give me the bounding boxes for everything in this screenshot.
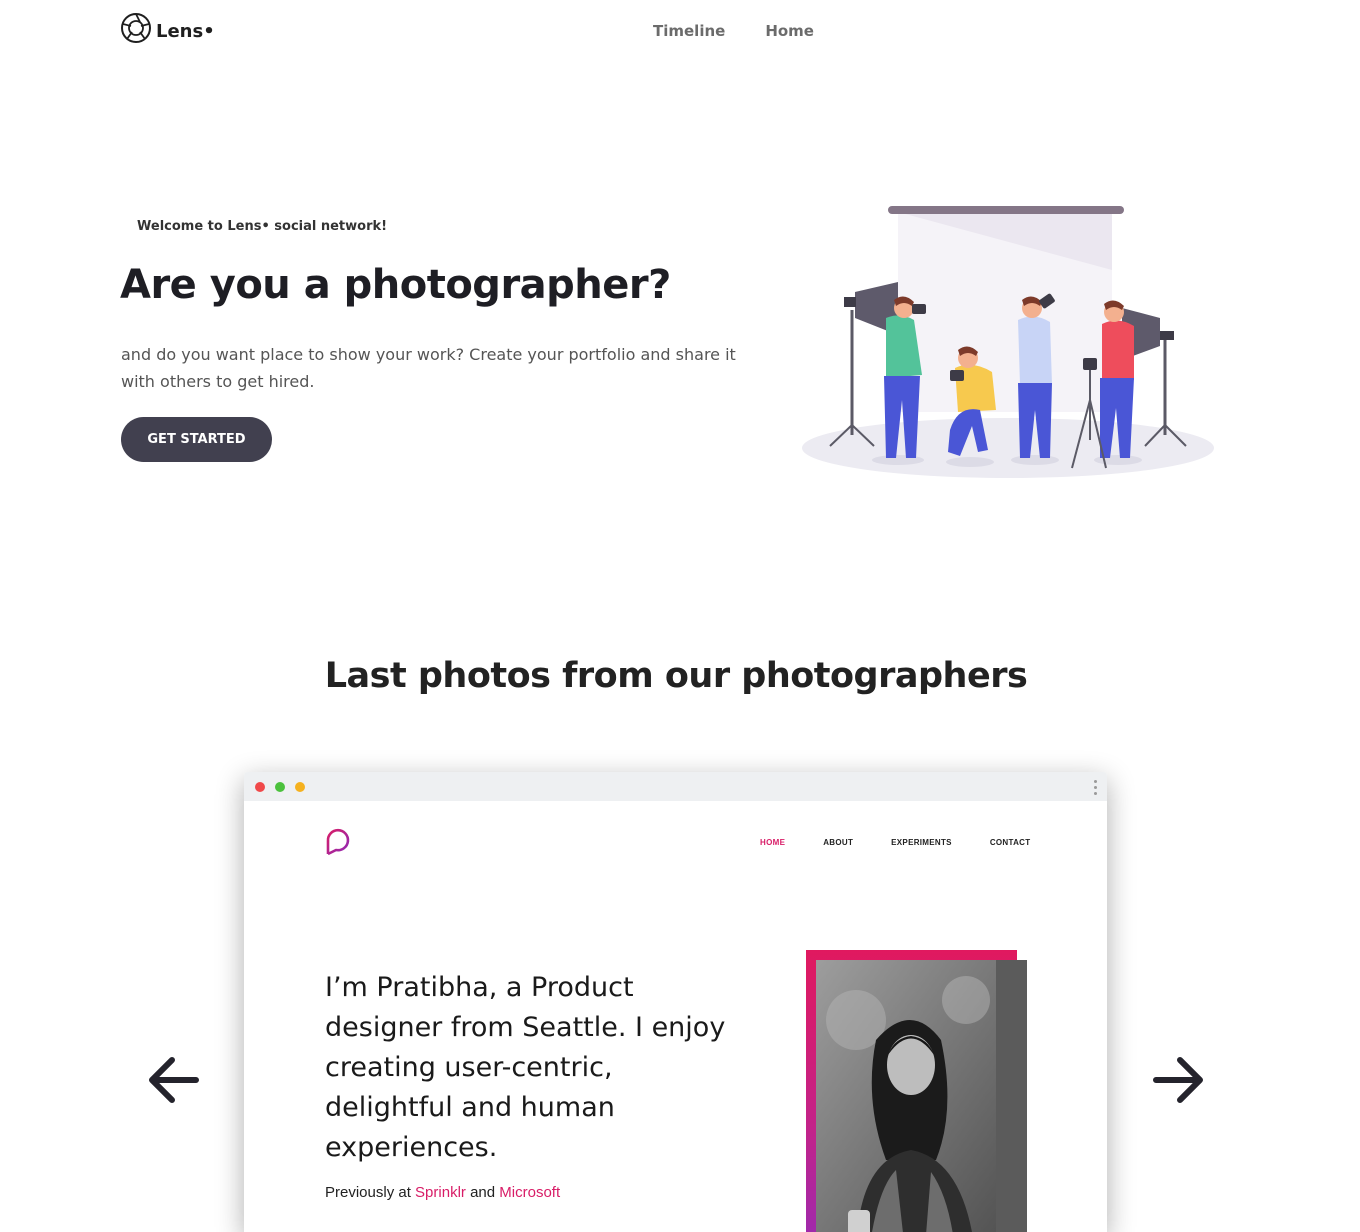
main-nav: Timeline Home [653, 22, 814, 40]
minimize-dot [295, 782, 305, 792]
gallery-title: Last photos from our photographers [324, 656, 1028, 696]
get-started-button[interactable]: GET STARTED [121, 417, 272, 462]
portrait-photo [816, 960, 1027, 1232]
preview-nav-about[interactable]: ABOUT [823, 838, 853, 847]
sprinklr-link[interactable]: Sprinklr [415, 1184, 466, 1201]
nav-home[interactable]: Home [765, 22, 814, 40]
more-icon [1094, 780, 1097, 798]
welcome-text: Welcome to Lens• social network! [137, 219, 388, 234]
chat-bubble-logo-icon [326, 828, 350, 856]
maximize-dot [275, 782, 285, 792]
previously-prefix: Previously at [325, 1184, 411, 1201]
microsoft-link[interactable]: Microsoft [499, 1184, 560, 1201]
preview-nav-contact[interactable]: CONTACT [990, 838, 1031, 847]
previously-and: and [470, 1184, 496, 1201]
hero-subtitle: and do you want place to show your work?… [121, 345, 736, 391]
hero-title: Are you a photographer? [120, 262, 671, 308]
arrow-left-icon[interactable] [146, 1052, 202, 1108]
brand-logo[interactable]: Lens• [120, 12, 215, 44]
photographers-illustration [802, 206, 1214, 478]
preview-nav-experiments[interactable]: EXPERIMENTS [891, 838, 952, 847]
brand-name: Lens• [156, 20, 215, 42]
arrow-right-icon[interactable] [1150, 1052, 1206, 1108]
preview-previously: Previously at Sprinklr and Microsoft [325, 1184, 560, 1201]
browser-toolbar [244, 772, 1107, 801]
preview-headline: I’m Pratibha, a Product designer from Se… [325, 972, 726, 1163]
preview-nav: HOME ABOUT EXPERIMENTS CONTACT [760, 838, 1068, 847]
close-dot [255, 782, 265, 792]
aperture-icon [121, 13, 151, 43]
nav-timeline[interactable]: Timeline [653, 22, 725, 40]
preview-nav-home[interactable]: HOME [760, 838, 785, 847]
portfolio-preview[interactable]: HOME ABOUT EXPERIMENTS CONTACT I’m Prati… [244, 772, 1107, 1232]
